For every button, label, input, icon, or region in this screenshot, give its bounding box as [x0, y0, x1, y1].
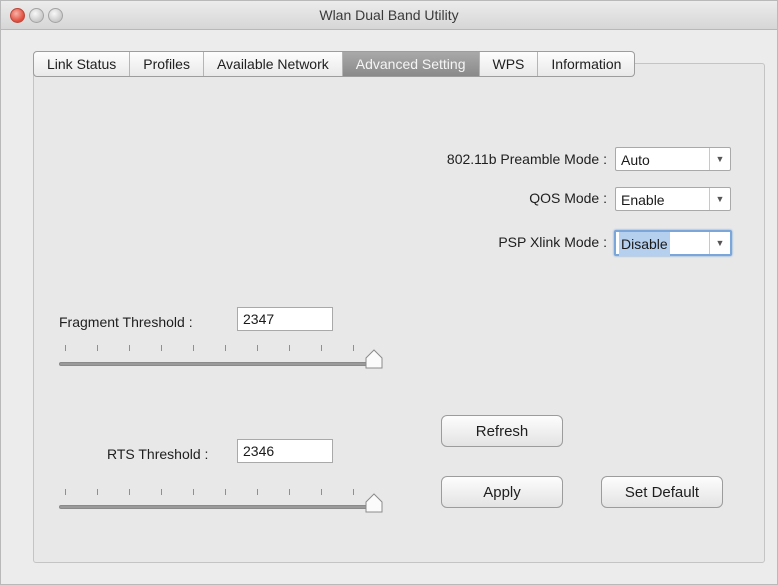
rts-slider-thumb[interactable] [365, 493, 383, 513]
preamble-mode-select[interactable]: Auto ▼ [615, 147, 731, 171]
fragment-threshold-label: Fragment Threshold : [59, 314, 193, 330]
set-default-button[interactable]: Set Default [601, 476, 723, 508]
tab-bar: Link Status Profiles Available Network A… [33, 51, 636, 77]
fragment-slider-track[interactable] [59, 362, 379, 366]
refresh-button[interactable]: Refresh [441, 415, 563, 447]
tab-information[interactable]: Information [538, 52, 634, 76]
apply-button[interactable]: Apply [441, 476, 563, 508]
preamble-mode-label: 802.11b Preamble Mode : [446, 151, 607, 167]
title-bar[interactable]: Wlan Dual Band Utility [1, 1, 777, 30]
qos-mode-label: QOS Mode : [529, 190, 607, 206]
dropdown-arrow-icon: ▼ [709, 188, 730, 210]
fragment-slider-ticks [59, 345, 377, 355]
psp-xlink-mode-label: PSP Xlink Mode : [498, 234, 607, 250]
qos-mode-select[interactable]: Enable ▼ [615, 187, 731, 211]
rts-slider-track[interactable] [59, 505, 379, 509]
psp-xlink-mode-select[interactable]: Disable ▼ [614, 230, 732, 256]
fragment-slider-thumb[interactable] [365, 349, 383, 369]
rts-slider-ticks [59, 489, 377, 499]
dropdown-arrow-icon: ▼ [709, 232, 730, 254]
tab-wps[interactable]: WPS [480, 52, 539, 76]
window-title: Wlan Dual Band Utility [319, 7, 459, 23]
qos-mode-value: Enable [621, 192, 665, 208]
psp-xlink-mode-value: Disable [619, 232, 670, 256]
preamble-mode-value: Auto [621, 152, 650, 168]
dropdown-arrow-icon: ▼ [709, 148, 730, 170]
tab-profiles[interactable]: Profiles [130, 52, 204, 76]
tab-link-status[interactable]: Link Status [34, 52, 131, 76]
tab-advanced-setting[interactable]: Advanced Setting [342, 52, 480, 76]
rts-threshold-field[interactable]: 2346 [237, 439, 333, 463]
fragment-threshold-field[interactable]: 2347 [237, 307, 333, 331]
rts-threshold-label: RTS Threshold : [107, 446, 209, 462]
tab-available-network[interactable]: Available Network [204, 52, 343, 76]
app-window: Wlan Dual Band Utility Link Status Profi… [0, 0, 778, 585]
